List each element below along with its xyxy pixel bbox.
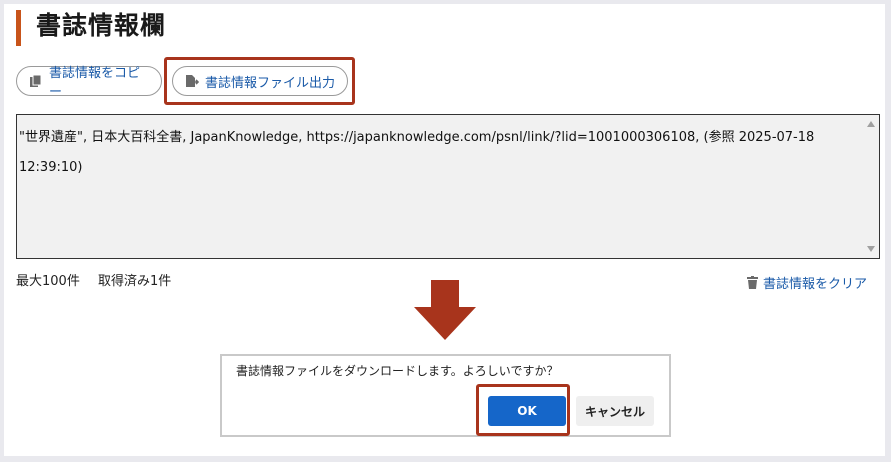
copy-icon [30, 74, 42, 87]
copy-bibliography-label: 書誌情報をコピー [49, 66, 141, 100]
status-bar: 最大100件 取得済み1件 [16, 270, 185, 289]
download-confirm-dialog: 書誌情報ファイルをダウンロードします。よろしいですか？ OK キャンセル [220, 354, 671, 437]
copy-bibliography-button[interactable]: 書誌情報をコピー [16, 66, 162, 100]
max-count-label: 最大100件 [16, 274, 80, 289]
export-bibliography-file-label: 書誌情報ファイル出力 [205, 75, 336, 91]
page-title: 書誌情報欄 [36, 11, 167, 40]
scroll-up-icon[interactable] [867, 121, 875, 127]
citation-textarea[interactable]: "世界遺産", 日本大百科全書, JapanKnowledge, https:/… [16, 114, 880, 259]
scroll-down-icon[interactable] [867, 246, 875, 252]
cancel-button[interactable]: キャンセル [576, 396, 654, 426]
trash-icon [746, 276, 758, 289]
clear-bibliography-label: 書誌情報をクリア [762, 277, 867, 292]
export-bibliography-file-button[interactable]: 書誌情報ファイル出力 [172, 66, 348, 96]
file-export-icon [186, 75, 199, 87]
textarea-scrollbar[interactable] [864, 115, 879, 258]
title-accent-bar [16, 10, 21, 46]
dialog-message: 書誌情報ファイルをダウンロードします。よろしいですか？ [236, 364, 559, 378]
citation-text: "世界遺産", 日本大百科全書, JapanKnowledge, https:/… [19, 130, 815, 175]
down-arrow-icon [414, 280, 476, 340]
fetched-count-label: 取得済み1件 [97, 274, 172, 289]
ok-button[interactable]: OK [488, 396, 566, 426]
clear-bibliography-link[interactable]: 書誌情報をクリア [746, 273, 867, 292]
